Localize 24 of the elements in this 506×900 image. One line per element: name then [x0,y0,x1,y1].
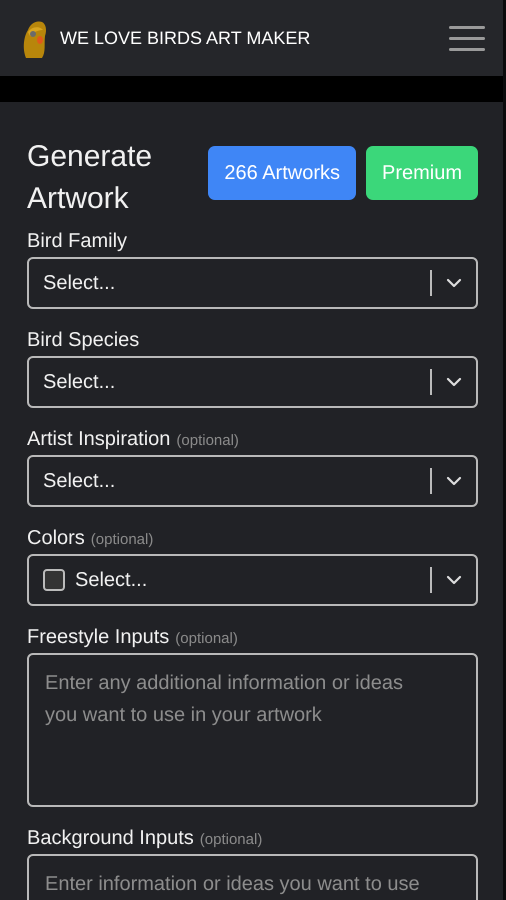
artworks-button[interactable]: 266 Artworks [208,146,356,200]
optional-hint: (optional) [175,630,238,647]
field-label: Bird Family [27,230,128,253]
chevron-down-icon [446,377,462,387]
chevron-down-icon [446,575,462,585]
text-area[interactable]: Enter information or ideas you want to use [27,854,478,900]
field-label: Background Inputs [27,827,194,850]
chevron-down-icon [446,278,462,288]
optional-hint: (optional) [90,531,154,548]
chevron-down-icon [446,476,462,486]
optional-hint: (optional) [176,432,239,449]
select-field[interactable]: Select... [27,554,478,606]
select-field[interactable]: Select... [27,455,478,507]
field-label: Bird Species [27,329,140,352]
select-field[interactable]: Select... [27,257,478,309]
select-field[interactable]: Select... [27,356,478,408]
app-title: WE LOVE BIRDS ART MAKER [60,28,310,48]
checkbox[interactable] [43,569,65,591]
field-label: Artist Inspiration [27,428,170,451]
page-heading: Generate Artwork [27,139,154,217]
field-label: Colors [27,527,85,550]
optional-hint: (optional) [200,831,262,848]
field-label: Freestyle Inputs [27,626,170,649]
text-area[interactable]: Enter any additional information or ideas you want to use in your artwork [27,653,478,807]
